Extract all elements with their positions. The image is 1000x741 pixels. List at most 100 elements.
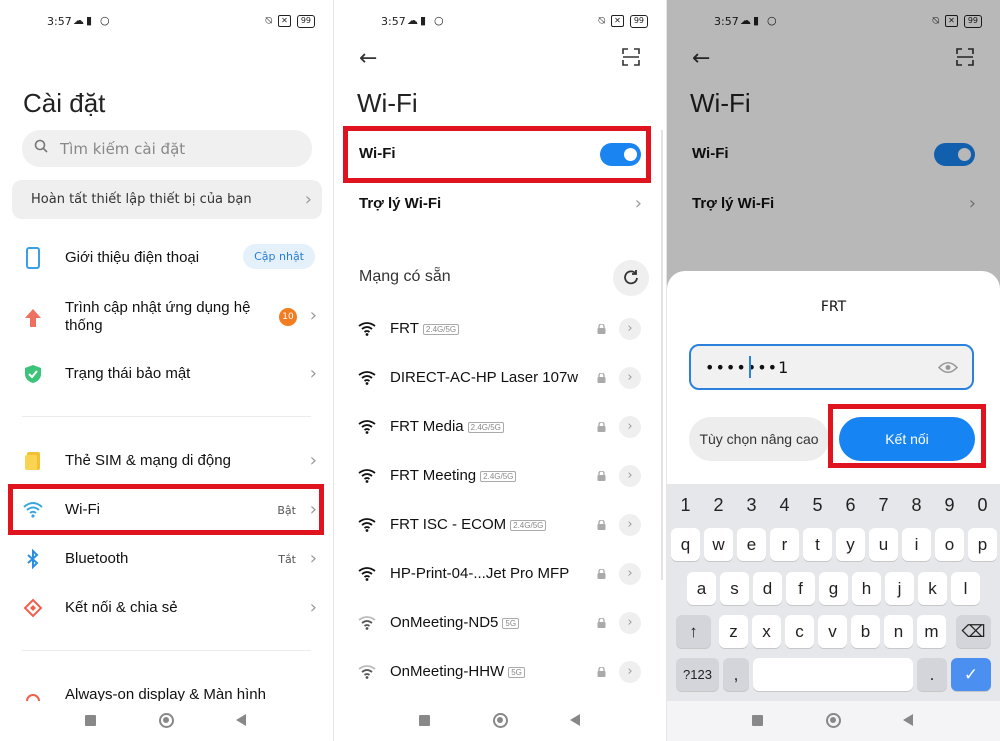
wifi-network-item[interactable]: OnMeeting-ND5 5G ›	[334, 605, 666, 645]
wifi-signal-icon	[358, 567, 376, 581]
setup-banner[interactable]: Hoàn tất thiết lập thiết bị của bạn ›	[12, 180, 322, 219]
network-name: HP-Print-04-...Jet Pro MFP	[390, 565, 569, 582]
wifi-network-item[interactable]: OnMeeting-HHW 5G ›	[334, 654, 666, 694]
key-x[interactable]: x	[752, 615, 781, 648]
network-details-button[interactable]: ›	[619, 612, 641, 634]
enter-key[interactable]: ✓	[951, 658, 991, 691]
refresh-button[interactable]	[613, 260, 649, 296]
key-g[interactable]: g	[819, 572, 848, 605]
wifi-network-item[interactable]: FRT Media 2.4G/5G ›	[334, 409, 666, 449]
bluetooth-icon	[27, 548, 39, 570]
key-s[interactable]: s	[720, 572, 749, 605]
available-networks-header: Mạng có sẵn	[334, 258, 666, 298]
key-h[interactable]: h	[852, 572, 881, 605]
password-input[interactable]: •••••••1	[689, 344, 974, 390]
sim-off-icon: ✕	[611, 15, 624, 27]
key-e[interactable]: e	[737, 528, 766, 561]
key-n[interactable]: n	[884, 615, 913, 648]
key-3[interactable]: 3	[737, 489, 766, 522]
space-key[interactable]	[753, 658, 913, 691]
home-button[interactable]	[159, 713, 174, 728]
key-b[interactable]: b	[851, 615, 880, 648]
key-7[interactable]: 7	[869, 489, 898, 522]
back-arrow-icon[interactable]: ←	[359, 46, 377, 71]
key-8[interactable]: 8	[902, 489, 931, 522]
key-t[interactable]: t	[803, 528, 832, 561]
comma-key[interactable]: ,	[723, 658, 749, 691]
lock-icon	[597, 667, 606, 677]
key-0[interactable]: 0	[968, 489, 997, 522]
network-details-button[interactable]: ›	[619, 465, 641, 487]
key-6[interactable]: 6	[836, 489, 865, 522]
scrollbar[interactable]	[661, 130, 663, 580]
wifi-network-item[interactable]: FRT ISC - ECOM 2.4G/5G ›	[334, 507, 666, 547]
key-j[interactable]: j	[885, 572, 914, 605]
key-m[interactable]: m	[917, 615, 946, 648]
chevron-right-icon: ›	[309, 305, 317, 326]
key-5[interactable]: 5	[803, 489, 832, 522]
key-r[interactable]: r	[770, 528, 799, 561]
key-y[interactable]: y	[836, 528, 865, 561]
settings-item-connection-sharing[interactable]: Kết nối & chia sẻ ›	[0, 589, 333, 629]
lock-icon	[597, 520, 606, 530]
key-d[interactable]: d	[753, 572, 782, 605]
key-o[interactable]: o	[935, 528, 964, 561]
back-button[interactable]	[236, 714, 246, 726]
divider	[22, 650, 311, 651]
network-details-button[interactable]: ›	[619, 318, 641, 340]
network-details-button[interactable]: ›	[619, 514, 641, 536]
wifi-network-item[interactable]: FRT Meeting 2.4G/5G ›	[334, 458, 666, 498]
update-badge[interactable]: Cập nhật	[243, 244, 315, 269]
wifi-assistant-row[interactable]: Trợ lý Wi-Fi ›	[334, 185, 666, 225]
backspace-key[interactable]: ⌫	[956, 615, 991, 648]
home-button[interactable]	[826, 713, 841, 728]
alarm-icon: ○	[434, 14, 444, 27]
key-p[interactable]: p	[968, 528, 997, 561]
nav-bar	[334, 701, 666, 741]
wifi-network-item[interactable]: HP-Print-04-...Jet Pro MFP ›	[334, 556, 666, 596]
eye-icon[interactable]	[938, 361, 958, 374]
recents-button[interactable]	[85, 715, 96, 726]
network-name-text: FRT ISC - ECOM	[390, 516, 507, 533]
keyboard-row-3: ↑ ⌫ zxcvbnm	[667, 615, 1000, 651]
key-f[interactable]: f	[786, 572, 815, 605]
shift-key[interactable]: ↑	[676, 615, 711, 648]
key-u[interactable]: u	[869, 528, 898, 561]
battery-icon: 99	[629, 14, 648, 28]
key-l[interactable]: l	[951, 572, 980, 605]
recents-button[interactable]	[419, 715, 430, 726]
search-input[interactable]: Tìm kiếm cài đặt	[22, 130, 312, 167]
key-v[interactable]: v	[818, 615, 847, 648]
back-button[interactable]	[570, 714, 580, 726]
key-4[interactable]: 4	[770, 489, 799, 522]
back-button[interactable]	[903, 714, 913, 726]
home-button[interactable]	[493, 713, 508, 728]
key-z[interactable]: z	[719, 615, 748, 648]
key-a[interactable]: a	[687, 572, 716, 605]
wifi-network-item[interactable]: FRT 2.4G/5G ›	[334, 311, 666, 351]
key-w[interactable]: w	[704, 528, 733, 561]
key-c[interactable]: c	[785, 615, 814, 648]
key-9[interactable]: 9	[935, 489, 964, 522]
wifi-network-item[interactable]: DIRECT-AC-HP Laser 107w ›	[334, 360, 666, 400]
key-1[interactable]: 1	[671, 489, 700, 522]
network-details-button[interactable]: ›	[619, 661, 641, 683]
settings-item-display[interactable]: Always-on display & Màn hình	[0, 676, 333, 704]
advanced-options-button[interactable]: Tùy chọn nâng cao	[689, 417, 829, 461]
period-key[interactable]: .	[917, 658, 947, 691]
symbols-key[interactable]: ?123	[676, 658, 719, 691]
key-i[interactable]: i	[902, 528, 931, 561]
network-details-button[interactable]: ›	[619, 367, 641, 389]
key-2[interactable]: 2	[704, 489, 733, 522]
qr-scan-icon[interactable]	[622, 48, 640, 66]
key-q[interactable]: q	[671, 528, 700, 561]
network-details-button[interactable]: ›	[619, 563, 641, 585]
sim-card-icon	[25, 452, 40, 470]
recents-button[interactable]	[752, 715, 763, 726]
key-k[interactable]: k	[918, 572, 947, 605]
settings-item-security[interactable]: Trạng thái bảo mật ›	[0, 355, 333, 395]
wifi-signal-icon	[358, 469, 376, 483]
settings-item-sim[interactable]: Thẻ SIM & mạng di động ›	[0, 442, 333, 482]
network-details-button[interactable]: ›	[619, 416, 641, 438]
settings-item-bluetooth[interactable]: Bluetooth Tắt ›	[0, 540, 333, 580]
